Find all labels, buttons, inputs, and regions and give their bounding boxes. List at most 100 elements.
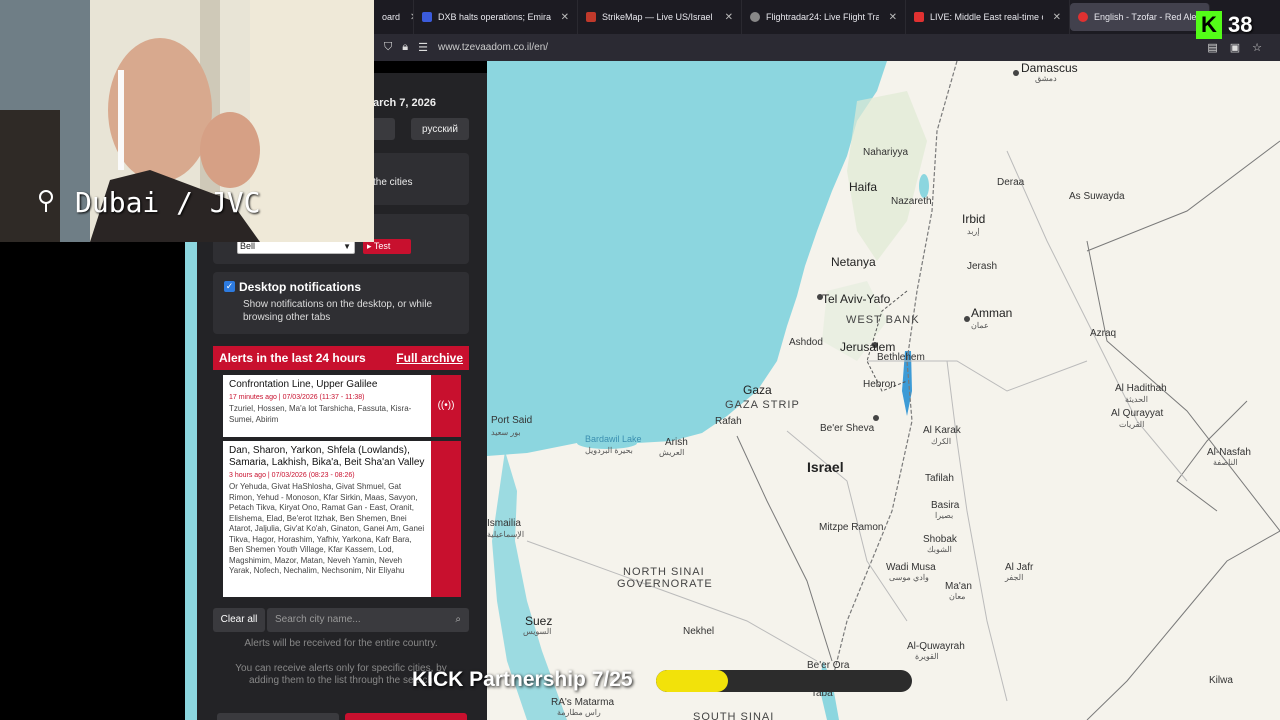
test-label: Test [373, 241, 391, 251]
lock-icon[interactable]: 🔒︎ [402, 41, 408, 54]
bottom-button-right[interactable] [345, 713, 467, 720]
map-label-ras-matarma-ar: راس مطارمة [557, 708, 601, 717]
info-entire-country: Alerts will be received for the entire c… [244, 638, 438, 649]
language-button-russian[interactable]: русский [411, 118, 469, 140]
map-label-al-hadithah: Al Hadithah [1115, 383, 1167, 394]
map-label-tel-aviv: Tel Aviv-Yafo [822, 292, 891, 306]
location-pin-icon [39, 190, 53, 212]
map-label-wadi-musa: Wadi Musa [886, 562, 936, 573]
search-placeholder: Search city name... [275, 614, 361, 625]
city-search-input[interactable]: Search city name... ⌕ [267, 608, 469, 632]
tab-title: oard [382, 12, 401, 22]
map-label-al-nasfah: Al-Nasfah [1207, 447, 1251, 458]
address-bar[interactable]: ⛉ 🔒︎ ☰ www.tzevaadom.co.il/en/ ▤ ▣ ☆ [374, 34, 1280, 61]
map-label-gaza-strip: GAZA STRIP [725, 399, 800, 411]
alert-title: Confrontation Line, Upper Galilee [229, 379, 378, 390]
site-settings-icon[interactable]: ☰ [418, 41, 428, 54]
reader-view-icon[interactable]: ▤ [1207, 41, 1217, 54]
full-archive-link[interactable]: Full archive [396, 351, 463, 365]
map-label-azraq: Azraq [1090, 328, 1117, 339]
close-icon[interactable]: ✕ [561, 12, 569, 23]
alerts-title: Alerts in the last 24 hours [219, 351, 366, 365]
map-label-arish: Arish [665, 437, 688, 448]
cities-note: the cities [373, 177, 413, 188]
language-label: русский [422, 123, 458, 135]
favicon-icon [586, 12, 596, 22]
sea-of-galilee [919, 174, 929, 198]
map-label-ras-matarma: RA's Matarma [551, 697, 615, 708]
map-label-al-jafr-ar: الجفر [1005, 573, 1024, 582]
map[interactable]: Damascus دمشق Nahariyya Haifa Nazareth I… [487, 61, 1280, 720]
alert-item[interactable]: Confrontation Line, Upper Galilee 17 min… [223, 375, 431, 437]
browser-tab[interactable]: StrikeMap — Live US/Israel Iran ✕ [578, 0, 742, 34]
map-label-bardawil-ar: بحيرة البردويل [585, 446, 633, 455]
alert-siren-icon: ((•)) [431, 375, 461, 437]
browser-tab-active[interactable]: English - Tzofar - Red Alert [1070, 3, 1210, 31]
mediterranean-sea [487, 61, 887, 456]
map-label-al-quwayrah-ar: القويرة [915, 652, 939, 661]
map-label-shobak: Shobak [923, 534, 957, 545]
map-label-netanya: Netanya [831, 255, 876, 269]
tab-title: StrikeMap — Live US/Israel Iran [602, 12, 715, 22]
screenshot-icon[interactable]: ▣ [1230, 41, 1240, 54]
address-bar-actions: ▤ ▣ ☆ [1207, 41, 1262, 54]
clear-all-button[interactable]: Clear all [213, 608, 265, 632]
current-date: arch 7, 2026 [373, 97, 436, 109]
bookmark-star-icon[interactable]: ☆ [1252, 41, 1262, 54]
map-label-west-bank: WEST BANK [846, 314, 920, 326]
map-label-al-hadithah-ar: الحديثة [1125, 395, 1148, 404]
map-label-irbid: Irbid [962, 212, 986, 226]
close-icon[interactable]: ✕ [889, 12, 897, 23]
browser-tab[interactable]: DXB halts operations; Emirate ✕ [414, 0, 578, 34]
favicon-icon [914, 12, 924, 22]
map-label-al-jafr: Al Jafr [1005, 562, 1034, 573]
map-label-suez-ar: السويس [523, 627, 552, 636]
screen: oard ✕ DXB halts operations; Emirate ✕ S… [0, 0, 1280, 720]
map-label-mitzpe-ramon: Mitzpe Ramon [819, 522, 884, 533]
desktop-notifications-description: Show notifications on the desktop, or wh… [243, 299, 432, 323]
browser-tab[interactable]: Flightradar24: Live Flight Tracke ✕ [742, 0, 906, 34]
bottom-button-left[interactable] [217, 713, 339, 720]
map-label-basira-ar: بصيرا [935, 511, 954, 520]
kick-partnership-progress-fill [656, 670, 728, 692]
map-label-governorate: GOVERNORATE [617, 578, 713, 590]
map-label-basira: Basira [931, 500, 960, 511]
map-label-amman-ar: عمان [971, 321, 989, 330]
alert-time: 3 hours ago | 07/03/2026 (08:23 - 08:26) [229, 472, 355, 479]
search-icon[interactable]: ⌕ [455, 608, 461, 632]
kick-partnership-progress [656, 670, 912, 692]
map-label-al-qurayyat-ar: القريات [1119, 420, 1145, 429]
favicon-icon [1078, 12, 1088, 22]
alert-item[interactable]: Dan, Sharon, Yarkon, Shfela (Lowlands), … [223, 441, 431, 597]
map-label-suez: Suez [525, 614, 553, 628]
close-icon[interactable]: ✕ [725, 12, 733, 23]
map-label-israel: Israel [807, 459, 844, 475]
map-label-port-said: Port Said [491, 415, 533, 426]
desktop-notifications-checkbox[interactable]: ✓ [224, 281, 235, 292]
map-label-hebron: Hebron [863, 379, 896, 390]
tab-title: English - Tzofar - Red Alert [1094, 12, 1201, 22]
map-label-nahariyya: Nahariyya [863, 147, 909, 158]
browser-tab[interactable]: oard ✕ [374, 0, 414, 34]
map-label-arish-ar: العريش [659, 448, 685, 457]
map-label-port-said-ar: بور سعيد [491, 428, 521, 437]
shield-icon[interactable]: ⛉ [384, 41, 392, 54]
map-label-karak-ar: الكرك [931, 437, 952, 446]
map-label-nazareth: Nazareth [891, 196, 932, 207]
url-text[interactable]: www.tzevaadom.co.il/en/ [438, 42, 548, 53]
map-label-bethlehem: Bethlehem [877, 352, 925, 363]
map-label-amman: Amman [971, 306, 1013, 320]
map-label-nekhel: Nekhel [683, 626, 715, 637]
map-label-jerash: Jerash [967, 261, 998, 272]
browser-tab[interactable]: LIVE: Middle East real-time cam ✕ [906, 0, 1070, 34]
map-label-maan-ar: معان [949, 592, 966, 601]
sound-select-value: Bell [240, 241, 256, 251]
alert-cities: Tzuriel, Hossen, Ma'a lot Tarshicha, Fas… [229, 404, 412, 424]
close-icon[interactable]: ✕ [1053, 12, 1061, 23]
alert-cities: Or Yehuda, Givat HaShlosha, Givat Shmuel… [229, 482, 425, 575]
map-label-gaza: Gaza [743, 383, 772, 397]
webcam-overlay: Dubai / JVC [0, 0, 374, 242]
map-label-beer-sheva: Be'er Sheva [820, 423, 875, 434]
map-label-haifa: Haifa [849, 180, 878, 194]
map-label-ismailia-ar: الإسماعيلية [487, 530, 525, 539]
